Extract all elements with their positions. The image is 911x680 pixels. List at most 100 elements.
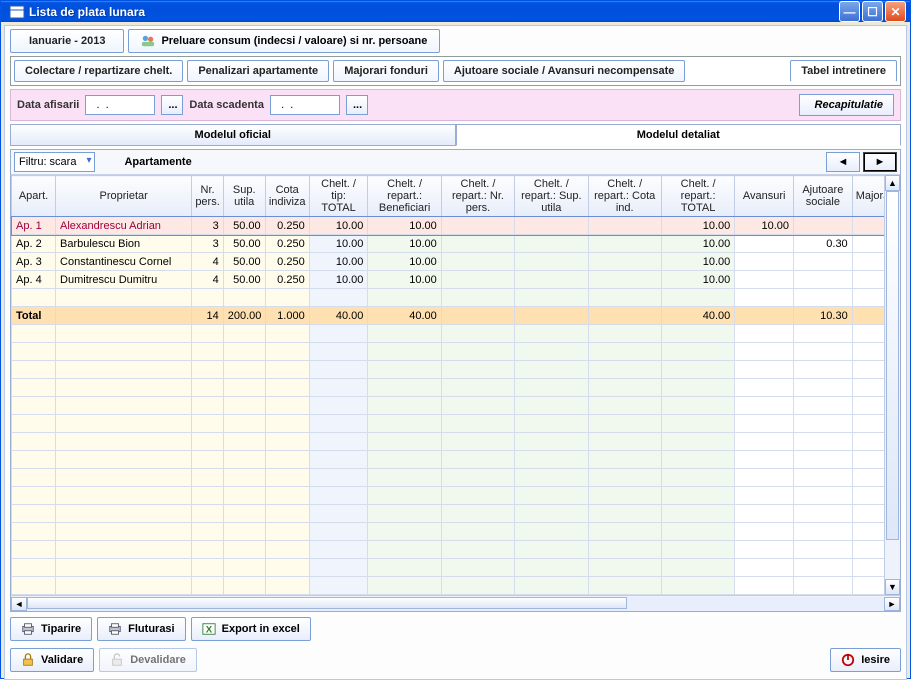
table-cell[interactable]	[661, 541, 734, 559]
vscroll-thumb[interactable]	[886, 191, 899, 540]
table-cell[interactable]	[735, 271, 794, 289]
table-cell[interactable]: 10.00	[368, 217, 441, 235]
table-cell[interactable]: 4	[192, 271, 223, 289]
table-cell[interactable]	[588, 451, 661, 469]
table-cell[interactable]	[56, 487, 192, 505]
tab-ajutoare[interactable]: Ajutoare sociale / Avansuri necompensate	[443, 60, 685, 82]
tiparire-button[interactable]: Tiparire	[10, 617, 92, 641]
col-chelt-repart-cotaind[interactable]: Chelt. / repart.: Cota ind.	[588, 176, 661, 217]
hscroll-thumb[interactable]	[27, 597, 627, 609]
table-cell[interactable]: 0.250	[265, 271, 309, 289]
table-cell[interactable]	[735, 253, 794, 271]
table-cell[interactable]	[368, 289, 441, 307]
table-row[interactable]: Ap. 3Constantinescu Cornel450.000.25010.…	[12, 253, 900, 271]
table-cell[interactable]	[368, 523, 441, 541]
table-cell[interactable]	[588, 469, 661, 487]
table-cell[interactable]	[265, 577, 309, 595]
table-cell[interactable]	[515, 487, 588, 505]
table-cell[interactable]	[661, 577, 734, 595]
table-cell[interactable]	[441, 523, 514, 541]
table-cell[interactable]	[735, 379, 794, 397]
table-cell[interactable]	[661, 361, 734, 379]
table-cell[interactable]	[793, 217, 852, 235]
table-cell[interactable]	[441, 433, 514, 451]
table-cell[interactable]	[441, 289, 514, 307]
table-cell[interactable]	[56, 433, 192, 451]
table-cell[interactable]	[661, 415, 734, 433]
table-cell[interactable]	[265, 433, 309, 451]
table-cell[interactable]	[793, 289, 852, 307]
table-cell[interactable]	[441, 325, 514, 343]
table-cell[interactable]	[441, 271, 514, 289]
table-cell[interactable]	[793, 325, 852, 343]
table-cell[interactable]	[441, 253, 514, 271]
table-cell[interactable]: Ap. 2	[12, 235, 56, 253]
table-cell[interactable]	[223, 289, 265, 307]
table-cell[interactable]	[793, 271, 852, 289]
table-cell[interactable]	[223, 415, 265, 433]
table-cell[interactable]: 50.00	[223, 217, 265, 235]
tab-penalizari[interactable]: Penalizari apartamente	[187, 60, 329, 82]
table-cell[interactable]	[309, 523, 368, 541]
table-cell[interactable]	[588, 559, 661, 577]
col-sup-utila[interactable]: Sup. utila	[223, 176, 265, 217]
table-cell[interactable]: 10.30	[793, 307, 852, 325]
table-row[interactable]: Ap. 2Barbulescu Bion350.000.25010.0010.0…	[12, 235, 900, 253]
table-cell[interactable]	[12, 541, 56, 559]
col-proprietar[interactable]: Proprietar	[56, 176, 192, 217]
table-cell[interactable]	[368, 415, 441, 433]
table-cell[interactable]	[793, 433, 852, 451]
table-cell[interactable]	[515, 541, 588, 559]
fluturasi-button[interactable]: Fluturasi	[97, 617, 185, 641]
table-cell[interactable]	[265, 379, 309, 397]
table-cell[interactable]	[265, 397, 309, 415]
table-cell[interactable]	[441, 217, 514, 235]
table-cell[interactable]	[309, 487, 368, 505]
table-cell[interactable]	[309, 559, 368, 577]
table-cell[interactable]	[441, 235, 514, 253]
table-cell[interactable]	[515, 397, 588, 415]
tab-model-detaliat[interactable]: Modelul detaliat	[456, 124, 902, 146]
table-cell[interactable]	[588, 271, 661, 289]
table-cell[interactable]	[441, 397, 514, 415]
table-cell[interactable]: Total	[12, 307, 56, 325]
table-cell[interactable]	[12, 325, 56, 343]
table-cell[interactable]	[441, 415, 514, 433]
table-cell[interactable]	[441, 307, 514, 325]
table-cell[interactable]	[192, 577, 223, 595]
table-cell[interactable]	[793, 397, 852, 415]
data-afisarii-input[interactable]	[85, 95, 155, 115]
table-cell[interactable]	[441, 541, 514, 559]
table-cell[interactable]: Barbulescu Bion	[56, 235, 192, 253]
table-cell[interactable]	[12, 469, 56, 487]
table-cell[interactable]	[793, 541, 852, 559]
table-cell[interactable]	[265, 487, 309, 505]
table-cell[interactable]	[368, 325, 441, 343]
table-cell[interactable]	[793, 577, 852, 595]
table-cell[interactable]	[12, 415, 56, 433]
table-cell[interactable]	[793, 487, 852, 505]
table-cell[interactable]	[56, 577, 192, 595]
table-cell[interactable]	[661, 289, 734, 307]
table-cell[interactable]	[56, 379, 192, 397]
table-cell[interactable]	[309, 289, 368, 307]
table-cell[interactable]	[265, 289, 309, 307]
table-cell[interactable]	[588, 577, 661, 595]
table-cell[interactable]	[735, 577, 794, 595]
table-cell[interactable]	[793, 343, 852, 361]
table-cell[interactable]: 10.00	[661, 217, 734, 235]
scroll-up-button[interactable]: ▲	[885, 175, 900, 191]
table-cell[interactable]	[588, 361, 661, 379]
table-cell[interactable]	[192, 325, 223, 343]
table-cell[interactable]	[661, 559, 734, 577]
table-cell[interactable]	[661, 505, 734, 523]
data-scadenta-picker[interactable]: ...	[346, 95, 368, 115]
col-avansuri[interactable]: Avansuri	[735, 176, 794, 217]
table-cell[interactable]	[735, 559, 794, 577]
col-chelt-repart-nrpers[interactable]: Chelt. / repart.: Nr. pers.	[441, 176, 514, 217]
table-cell[interactable]	[793, 415, 852, 433]
table-cell[interactable]	[192, 523, 223, 541]
table-cell[interactable]	[192, 343, 223, 361]
table-cell[interactable]	[515, 379, 588, 397]
tab-tabel-intretinere[interactable]: Tabel intretinere	[790, 60, 897, 82]
